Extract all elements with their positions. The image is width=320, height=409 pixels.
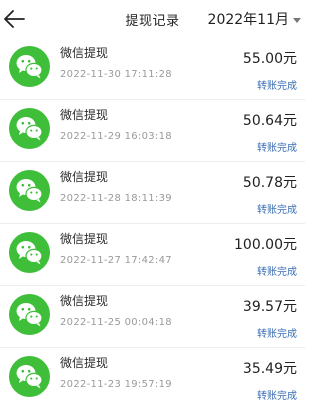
wechat-icon: [9, 294, 50, 335]
record-status: 转账完成: [257, 81, 297, 92]
record-amount: 50.64元: [242, 113, 297, 129]
wechat-icon: [9, 46, 50, 87]
record-amount: 39.57元: [242, 299, 297, 315]
record-title: 微信提现: [60, 294, 109, 308]
month-selector[interactable]: 2022年11月: [208, 9, 301, 29]
record-title: 微信提现: [60, 170, 109, 184]
record-status: 转账完成: [257, 143, 297, 154]
wechat-icon: [9, 108, 50, 149]
record-title: 微信提现: [60, 108, 109, 122]
record-row[interactable]: 微信提现 2022-11-27 17:42:47 100.00元转账完成: [0, 224, 305, 286]
record-time: 2022-11-28 18:11:39: [60, 193, 172, 204]
record-time: 2022-11-23 19:57:19: [60, 379, 172, 390]
withdrawal-record-list: 微信提现 2022-11-30 17:11:28 55.00元 转账完成 微信提现 202…: [0, 38, 305, 409]
record-row[interactable]: 微信提现 2022-11-30 17:11:28 55.00元转账完成: [0, 38, 305, 100]
record-amount: 55.00元: [242, 51, 297, 67]
record-amount: 100.00元: [234, 237, 297, 253]
record-amount: 50.78元: [242, 175, 297, 191]
wechat-icon: [9, 232, 50, 273]
record-time: 2022-11-29 16:03:18: [60, 131, 172, 142]
record-row[interactable]: 微信提现 2022-11-25 00:04:18 39.57元转账完成: [0, 286, 305, 348]
record-row[interactable]: 微信提现 2022-11-29 16:03:18 50.64元转账完成: [0, 100, 305, 162]
wechat-icon: [9, 170, 50, 211]
record-amount: 35.49元: [242, 361, 297, 377]
record-title: 微信提现: [60, 356, 109, 370]
top-bar: 提现记录 2022年11月: [0, 0, 305, 38]
record-row[interactable]: 微信提现 2022-11-23 19:57:19 35.49元转账完成: [0, 348, 305, 409]
record-time: 2022-11-25 00:04:18: [60, 317, 172, 328]
record-status: 转账完成: [257, 205, 297, 216]
record-status: 转账完成: [257, 329, 297, 340]
record-time: 2022-11-27 17:42:47: [60, 255, 172, 266]
month-label: 2022年11月: [207, 12, 289, 28]
wechat-icon: [9, 356, 50, 397]
record-time: 2022-11-30 17:11:28: [60, 69, 172, 80]
record-status: 转账完成: [257, 391, 297, 402]
record-title: 微信提现: [60, 46, 109, 60]
record-status: 转账完成: [257, 267, 297, 278]
record-row[interactable]: 微信提现 2022-11-28 18:11:39 50.78元转账完成: [0, 162, 305, 224]
caret-down-icon: [293, 17, 301, 23]
record-title: 微信提现: [60, 232, 109, 246]
